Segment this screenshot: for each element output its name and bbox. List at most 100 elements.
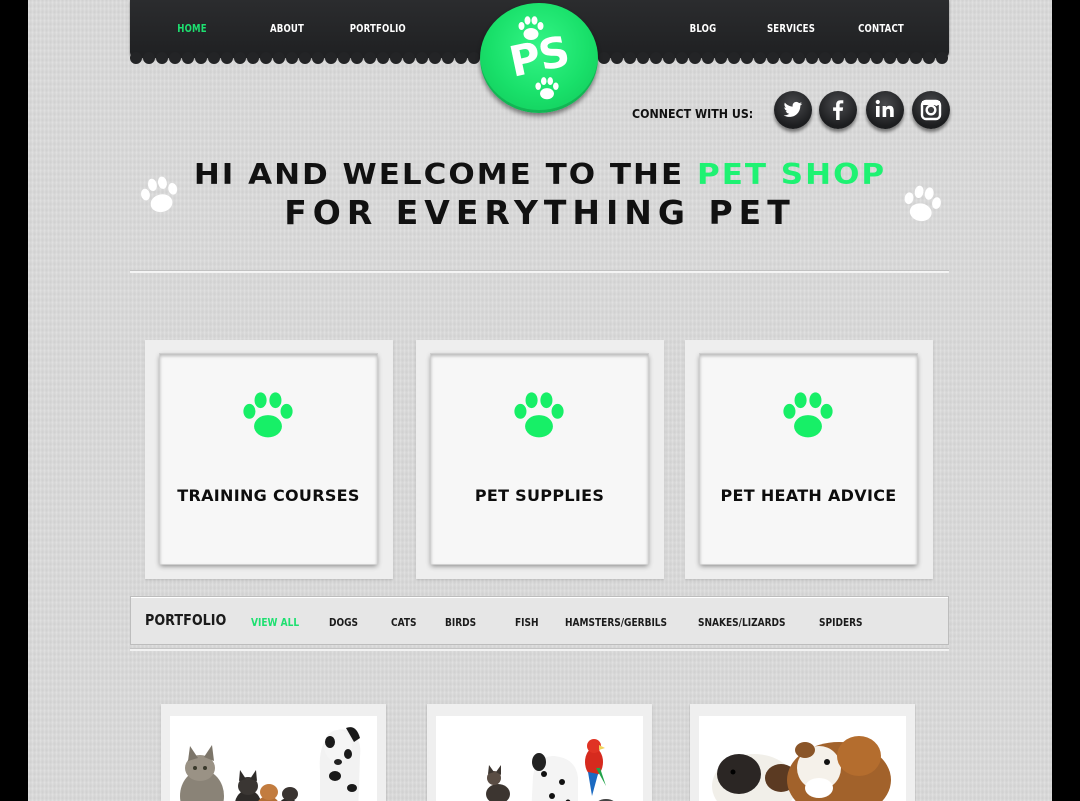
scallop-bump xyxy=(195,52,207,64)
card-title: PET SUPPLIES xyxy=(474,486,605,505)
paw-icon xyxy=(514,392,564,438)
scallop-bump xyxy=(156,52,168,64)
linkedin-icon[interactable] xyxy=(866,91,904,129)
scallop-bump xyxy=(832,52,844,64)
scallop-bump xyxy=(689,52,701,64)
nav-services[interactable]: SERVICES xyxy=(764,20,819,38)
scallop-bump xyxy=(182,52,194,64)
portfolio-thumbnail[interactable] xyxy=(161,704,386,801)
headline-line-2: FOR EVERYTHING PET xyxy=(284,193,796,232)
scallop-bump xyxy=(637,52,649,64)
feature-card: PET SUPPLIES xyxy=(416,340,664,579)
scallop-bump xyxy=(429,52,441,64)
guinea-pigs-image xyxy=(699,716,906,801)
scallop-bump xyxy=(884,52,896,64)
scallop-bump xyxy=(936,52,948,64)
scallop-bump xyxy=(325,52,337,64)
scallop-bump xyxy=(819,52,831,64)
card-title: TRAINING COURSES xyxy=(177,486,360,505)
scallop-bump xyxy=(793,52,805,64)
scallop-bump xyxy=(169,52,181,64)
paw-icon xyxy=(783,392,833,438)
nav-home[interactable]: HOME xyxy=(169,20,216,38)
filter-hamsters-gerbils[interactable]: HAMSTERS/GERBILS xyxy=(565,615,667,631)
portfolio-thumbnail[interactable] xyxy=(427,704,652,801)
scallop-bump xyxy=(663,52,675,64)
scallop-bump xyxy=(858,52,870,64)
scallop-bump xyxy=(910,52,922,64)
logo-paw-icon xyxy=(535,77,559,100)
feature-card-health[interactable]: PET HEATH ADVICE xyxy=(700,354,917,564)
scallop-bump xyxy=(299,52,311,64)
scallop-bump xyxy=(130,52,142,64)
nav-blog[interactable]: BLOG xyxy=(680,20,727,38)
scallop-bump xyxy=(143,52,155,64)
feature-card-training[interactable]: TRAINING COURSES xyxy=(160,354,377,564)
twitter-icon[interactable] xyxy=(774,91,812,129)
headline-highlight: PET SHOP xyxy=(696,158,887,192)
scallop-bump xyxy=(273,52,285,64)
feature-card: PET HEATH ADVICE xyxy=(685,340,933,579)
portfolio-filter-bar: PORTFOLIO VIEW ALL DOGS CATS BIRDS FISH … xyxy=(130,596,949,645)
scallop-bump xyxy=(871,52,883,64)
scallop-bump xyxy=(845,52,857,64)
scallop-bump xyxy=(611,52,623,64)
scallop-bump xyxy=(377,52,389,64)
feature-card-supplies[interactable]: PET SUPPLIES xyxy=(431,354,648,564)
cats-and-dogs-image xyxy=(170,716,377,801)
filter-view-all[interactable]: VIEW ALL xyxy=(251,615,299,631)
connect-label: CONNECT WITH US: xyxy=(632,107,754,121)
scallop-bump xyxy=(260,52,272,64)
scallop-bump xyxy=(234,52,246,64)
card-title: PET HEATH ADVICE xyxy=(720,486,897,505)
filter-cats[interactable]: CATS xyxy=(391,615,417,631)
mixed-pets-image xyxy=(436,716,643,801)
scallop-bump xyxy=(767,52,779,64)
nav-about[interactable]: ABOUT xyxy=(264,20,311,38)
filter-snakes-lizards[interactable]: SNAKES/LIZARDS xyxy=(698,615,786,631)
scallop-bump xyxy=(442,52,454,64)
scallop-bump xyxy=(897,52,909,64)
headline-prefix: HI AND WELCOME TO THE xyxy=(193,158,697,192)
scallop-bump xyxy=(338,52,350,64)
scallop-bump xyxy=(923,52,935,64)
facebook-icon[interactable] xyxy=(819,91,857,129)
portfolio-title: PORTFOLIO xyxy=(145,611,227,629)
scallop-bump xyxy=(221,52,233,64)
feature-card: TRAINING COURSES xyxy=(145,340,393,579)
scallop-bump xyxy=(312,52,324,64)
scallop-bump xyxy=(715,52,727,64)
page: HOME ABOUT PORTFOLIO BLOG SERVICES CONTA… xyxy=(28,0,1052,801)
scallop-bump xyxy=(247,52,259,64)
headline-line-1: HI AND WELCOME TO THE PET SHOP xyxy=(128,158,952,193)
scallop-bump xyxy=(780,52,792,64)
scallop-bump xyxy=(416,52,428,64)
site-logo[interactable]: PS xyxy=(480,3,598,113)
scallop-bump xyxy=(624,52,636,64)
scallop-bump xyxy=(806,52,818,64)
paw-icon xyxy=(243,392,293,438)
scallop-bump xyxy=(351,52,363,64)
portfolio-thumbnail[interactable] xyxy=(690,704,915,801)
scallop-bump xyxy=(455,52,467,64)
scallop-bump xyxy=(676,52,688,64)
section-divider xyxy=(130,270,949,273)
hero-headline: HI AND WELCOME TO THE PET SHOP FOR EVERY… xyxy=(128,156,952,233)
scallop-bump xyxy=(364,52,376,64)
portfolio-bar-underline xyxy=(130,648,949,651)
scallop-bump xyxy=(208,52,220,64)
nav-portfolio[interactable]: PORTFOLIO xyxy=(350,20,406,38)
scallop-bump xyxy=(702,52,714,64)
scallop-bump xyxy=(754,52,766,64)
scallop-bump xyxy=(650,52,662,64)
filter-birds[interactable]: BIRDS xyxy=(445,615,476,631)
scallop-bump xyxy=(403,52,415,64)
filter-spiders[interactable]: SPIDERS xyxy=(819,615,863,631)
nav-contact[interactable]: CONTACT xyxy=(854,20,909,38)
filter-fish[interactable]: FISH xyxy=(515,615,539,631)
scallop-bump xyxy=(741,52,753,64)
instagram-icon[interactable] xyxy=(912,91,950,129)
scallop-bump xyxy=(728,52,740,64)
scallop-bump xyxy=(286,52,298,64)
filter-dogs[interactable]: DOGS xyxy=(329,615,358,631)
